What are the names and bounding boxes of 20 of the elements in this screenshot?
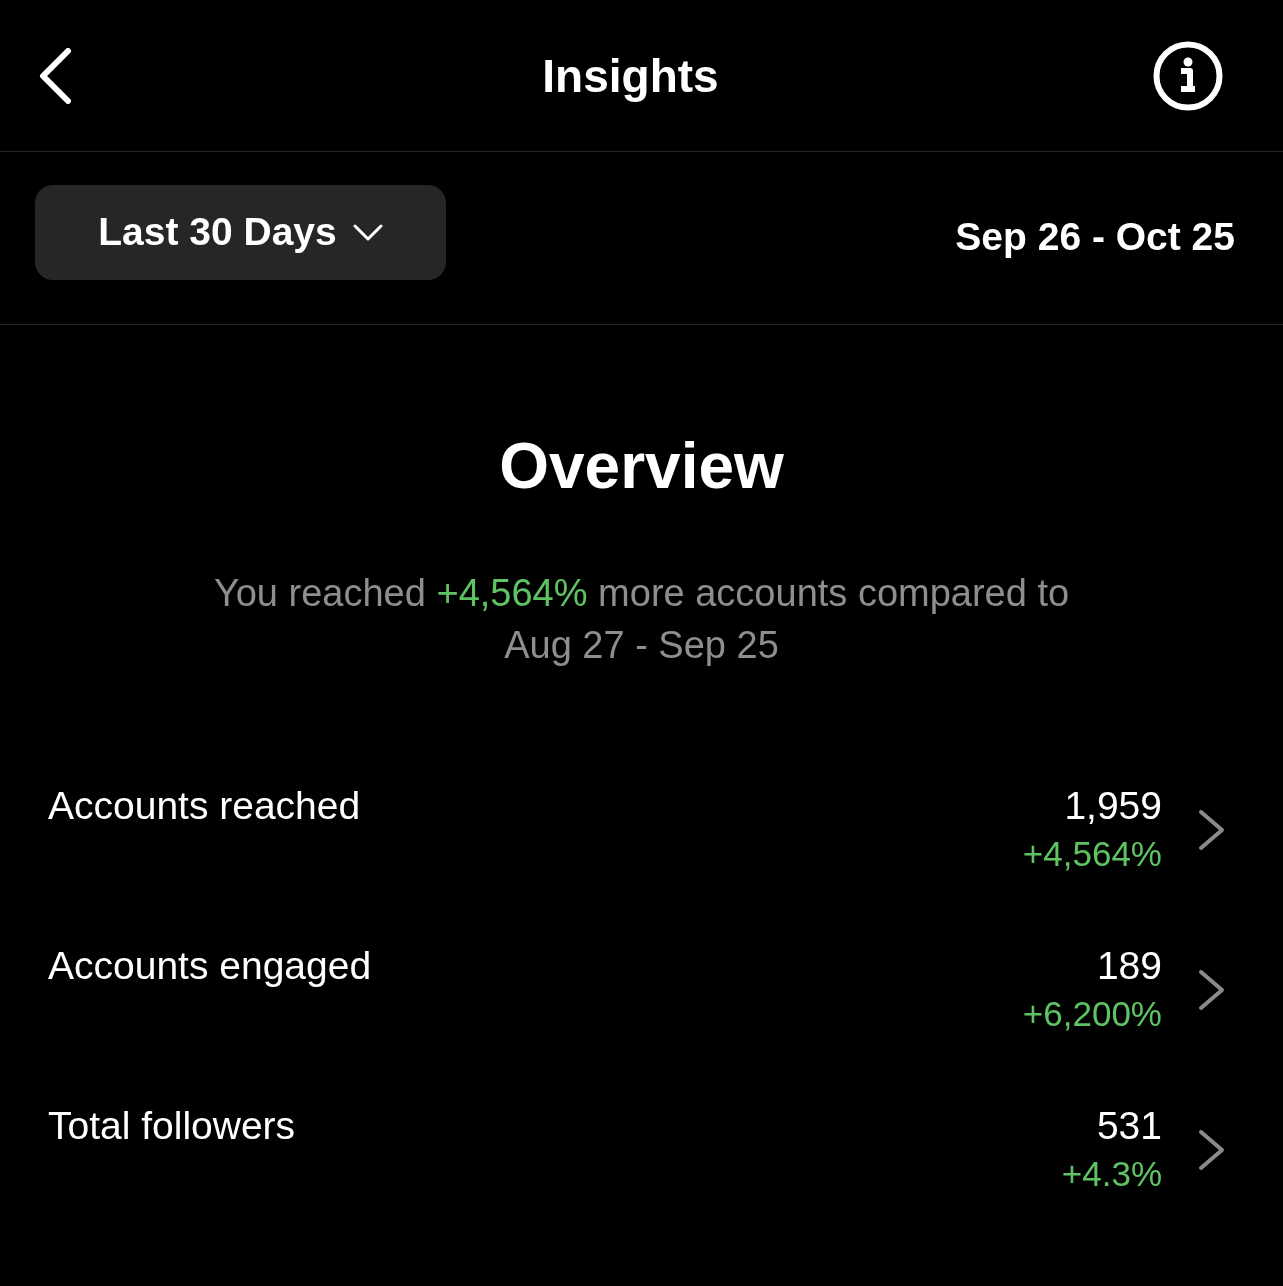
metric-change: +4.3% [1061, 1153, 1162, 1195]
summary-text: You reached +4,564% more accounts compared to Aug 27 - Sep 25 [213, 571, 1070, 668]
info-icon[interactable] [1153, 40, 1223, 111]
metric-label: Total followers [48, 1103, 296, 1149]
metric-change: +4,564% [1022, 833, 1162, 875]
chevron-right-icon[interactable] [1198, 969, 1226, 1011]
caret-down-icon [352, 223, 383, 241]
screen-title: Insights [542, 48, 719, 103]
metric-value: 531 [1096, 1103, 1162, 1149]
metric-change: +6,200% [1022, 993, 1162, 1035]
metric-label: Accounts engaged [48, 943, 372, 989]
date-range: Sep 26 - Oct 25 [955, 215, 1235, 259]
metric-value: 189 [1096, 943, 1162, 989]
back-icon[interactable] [38, 47, 72, 104]
overview-heading: Overview [499, 429, 784, 503]
metric-label: Accounts reached [48, 783, 361, 829]
chevron-right-icon[interactable] [1198, 809, 1226, 851]
metric-value: 1,959 [1064, 783, 1162, 829]
chevron-right-icon[interactable] [1198, 1129, 1226, 1171]
period-dropdown[interactable]: Last 30 Days [35, 184, 446, 280]
